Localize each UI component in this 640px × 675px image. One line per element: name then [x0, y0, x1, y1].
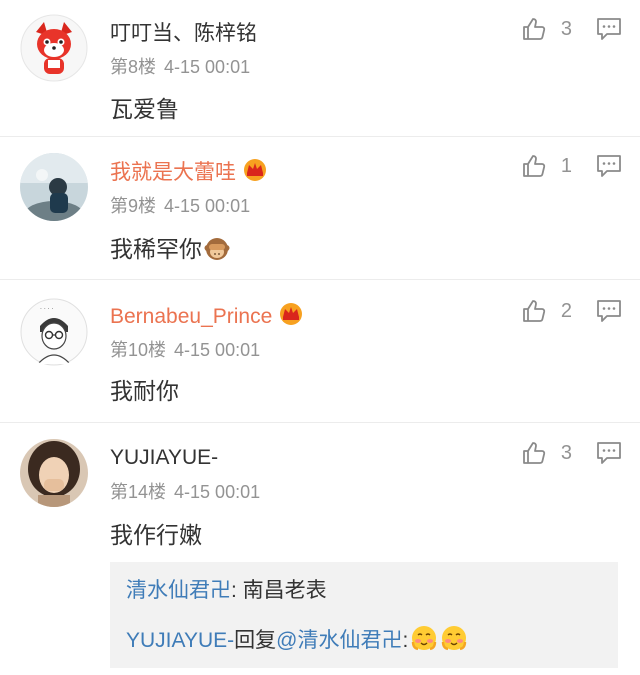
- like-button[interactable]: 3: [521, 440, 572, 466]
- red-fox-avatar-icon: [20, 14, 88, 82]
- blushing-face-icon: [410, 624, 438, 659]
- comment-icon: [597, 300, 621, 322]
- reply-separator: :: [402, 629, 409, 652]
- comment-item: 叮叮当、陈梓铭 第8楼 4-15 00:01 瓦爱鲁 3: [0, 0, 640, 137]
- comment-item: 我就是大蕾哇 第9楼 4-15 00:01 我稀罕你 1: [0, 137, 640, 280]
- avatar[interactable]: [20, 14, 88, 82]
- comment-text: 我作行嫩: [110, 522, 202, 548]
- crown-icon: [242, 158, 268, 189]
- comment-meta: 第14楼 4-15 00:01: [110, 481, 260, 503]
- reply-button[interactable]: [596, 17, 622, 46]
- comment-text-content: 我稀罕你: [110, 236, 202, 262]
- floor-number: 第9楼: [110, 196, 157, 216]
- like-button[interactable]: 2: [521, 298, 572, 324]
- floor-number: 第14楼: [110, 482, 167, 502]
- username-text[interactable]: Bernabeu_Prince: [110, 305, 272, 328]
- reply-thread[interactable]: 清水仙君卍: 南昌老表 YUJIAYUE-回复@清水仙君卍:: [110, 562, 618, 668]
- reply-button[interactable]: [596, 441, 622, 470]
- comment-icon: [597, 18, 621, 40]
- thumbs-up-icon: [522, 300, 546, 322]
- comment-text: 瓦爱鲁: [110, 96, 179, 122]
- comment-text: 我耐你: [110, 378, 179, 404]
- avatar[interactable]: [20, 153, 88, 221]
- reply-author[interactable]: YUJIAYUE-: [126, 629, 234, 652]
- comment-icon: [597, 155, 621, 177]
- comment-text: 我稀罕你: [110, 234, 230, 269]
- see-no-evil-monkey-icon: [204, 236, 230, 269]
- reply-item: 清水仙君卍: 南昌老表: [126, 578, 327, 604]
- thumbs-up-icon: [522, 18, 546, 40]
- username[interactable]: 我就是大蕾哇: [110, 158, 268, 189]
- like-count: 2: [560, 299, 572, 322]
- comment-item: · · · · Bernabeu_Prince 第10楼 4-15 00:01 我…: [0, 280, 640, 423]
- like-count: 1: [560, 154, 572, 177]
- username[interactable]: Bernabeu_Prince: [110, 302, 304, 333]
- like-count: 3: [560, 441, 572, 464]
- reply-action: 回复: [234, 629, 277, 652]
- reply-button[interactable]: [596, 299, 622, 328]
- thumbs-up-icon: [522, 155, 546, 177]
- reply-author[interactable]: 清水仙君卍: [126, 579, 231, 602]
- reply-item: YUJIAYUE-回复@清水仙君卍:: [126, 624, 468, 659]
- girl-photo-avatar-icon: [20, 439, 88, 507]
- comment-icon: [597, 442, 621, 464]
- floor-number: 第8楼: [110, 57, 157, 77]
- reply-mention[interactable]: @清水仙君卍: [276, 629, 402, 652]
- crown-icon: [278, 302, 304, 333]
- username[interactable]: 叮叮当、陈梓铭: [110, 21, 257, 47]
- timestamp: 4-15 00:01: [164, 57, 251, 77]
- reply-button[interactable]: [596, 154, 622, 183]
- username[interactable]: YUJIAYUE-: [110, 445, 218, 471]
- avatar[interactable]: [20, 439, 88, 507]
- username-text[interactable]: 我就是大蕾哇: [110, 161, 236, 184]
- thumbs-up-icon: [522, 442, 546, 464]
- like-button[interactable]: 1: [521, 153, 572, 179]
- reply-text: 南昌老表: [236, 579, 327, 602]
- comment-meta: 第9楼 4-15 00:01: [110, 195, 250, 217]
- timestamp: 4-15 00:01: [174, 482, 261, 502]
- like-button[interactable]: 3: [521, 16, 572, 42]
- floor-number: 第10楼: [110, 340, 167, 360]
- comment-meta: 第10楼 4-15 00:01: [110, 339, 260, 361]
- avatar[interactable]: · · · ·: [20, 298, 88, 366]
- sketch-boy-avatar-icon: · · · ·: [20, 298, 88, 366]
- blushing-face-icon: [440, 624, 468, 659]
- timestamp: 4-15 00:01: [174, 340, 261, 360]
- timestamp: 4-15 00:01: [164, 196, 251, 216]
- like-count: 3: [560, 17, 572, 40]
- svg-text:· · · ·: · · · ·: [40, 306, 53, 313]
- person-photo-avatar-icon: [20, 153, 88, 221]
- comment-meta: 第8楼 4-15 00:01: [110, 56, 250, 78]
